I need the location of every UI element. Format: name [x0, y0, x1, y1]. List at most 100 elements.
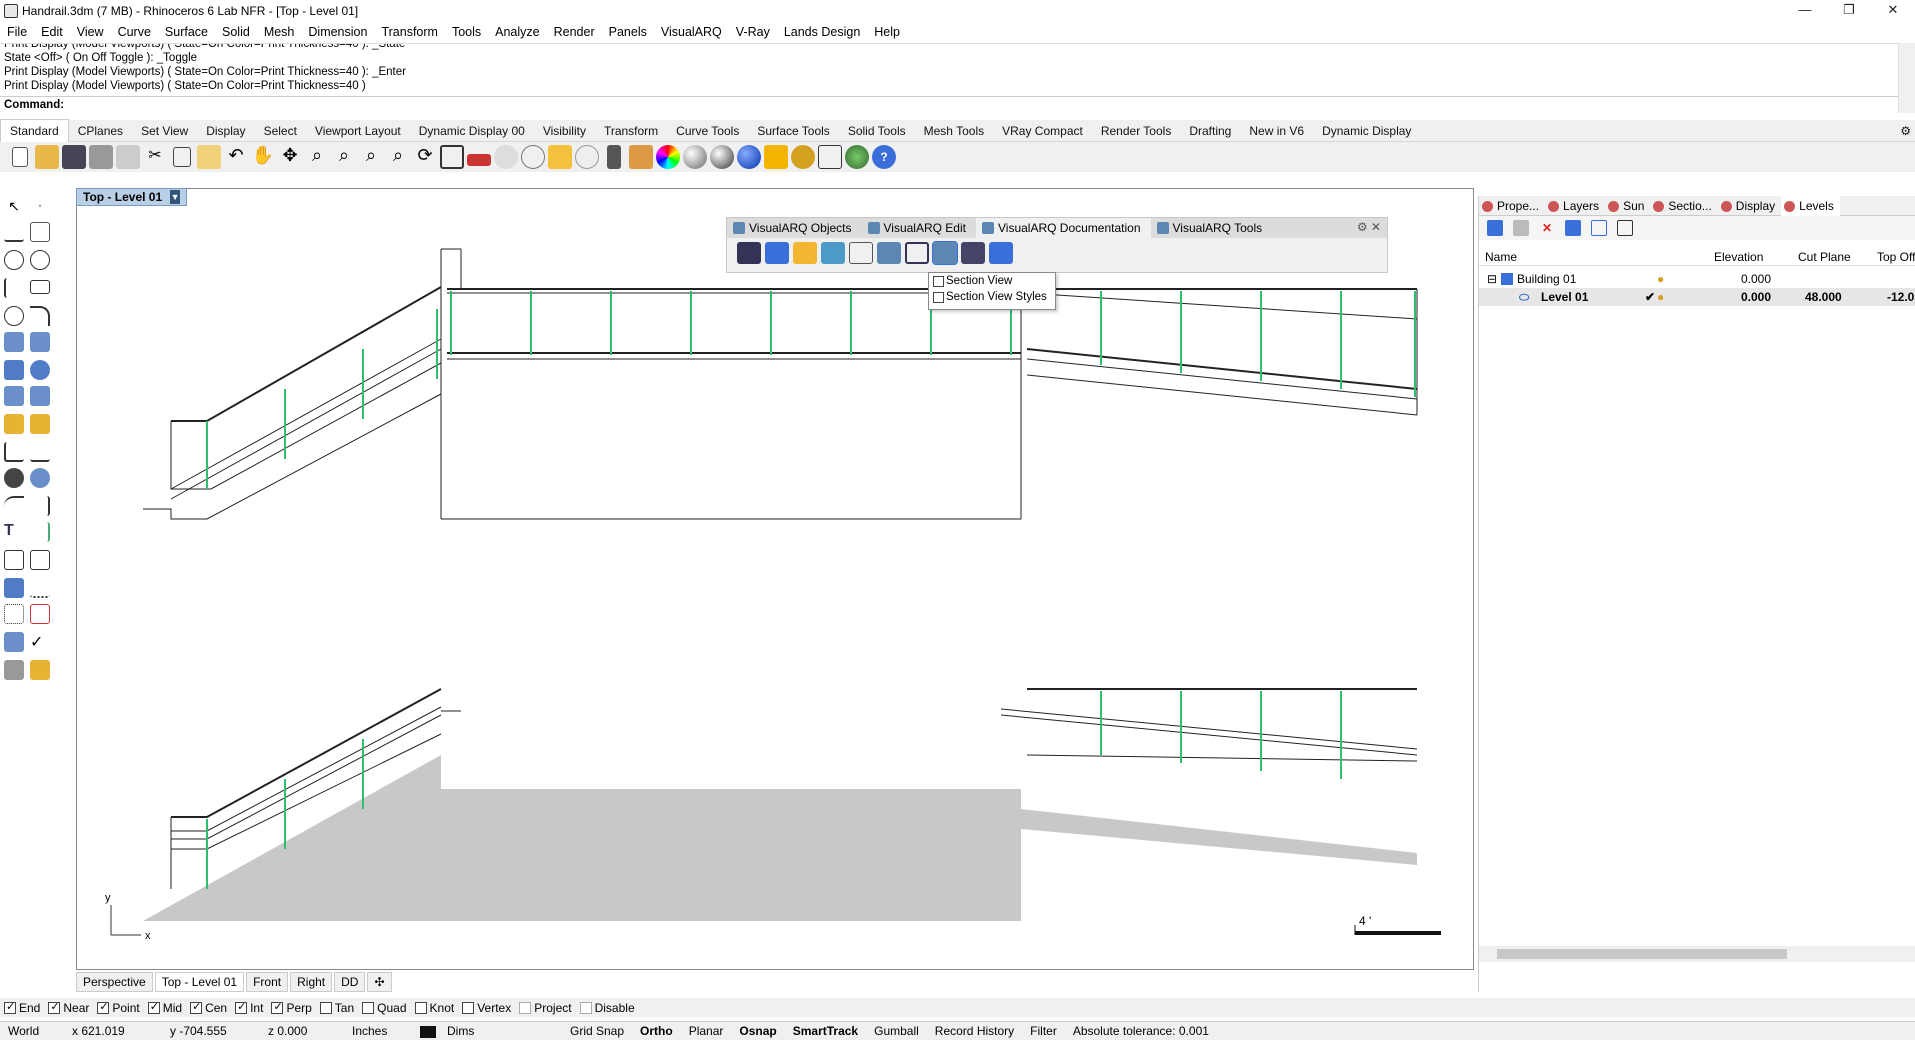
pan-hand-icon[interactable]: ✋	[251, 145, 275, 169]
checkbox-icon[interactable]	[462, 1001, 475, 1014]
menu-analyze[interactable]: Analyze	[488, 22, 546, 42]
redraw-icon[interactable]: ⟳	[413, 145, 437, 169]
tab-visibility[interactable]: Visibility	[534, 120, 595, 142]
circle-icon[interactable]	[4, 250, 24, 270]
checkbox-icon[interactable]	[147, 1000, 160, 1014]
add-viewport-tab-icon[interactable]: ✣	[367, 972, 392, 992]
osnap-knot[interactable]: Knot	[414, 1001, 454, 1015]
label-icon[interactable]	[849, 242, 873, 264]
analyze-icon[interactable]	[4, 632, 24, 652]
osnap-int[interactable]: Int	[235, 1000, 263, 1015]
level-row-level-01[interactable]: ⬭ Level 01 ✔ ● 0.000 48.000 -12.0	[1479, 288, 1915, 306]
cut-icon[interactable]: ✂	[143, 145, 167, 169]
menu-item-section-view-styles[interactable]: Section View Styles	[929, 289, 1055, 305]
select-arrow-icon[interactable]: ↖	[4, 198, 24, 218]
tab-sun[interactable]: Sun	[1605, 196, 1650, 216]
minimize-button[interactable]: —	[1783, 0, 1827, 22]
material-sphere-icon[interactable]	[683, 145, 707, 169]
menu-view[interactable]: View	[70, 22, 111, 42]
select-icon[interactable]	[548, 145, 572, 169]
level-row-building[interactable]: ⊟ Building 01 ● 0.000	[1479, 270, 1915, 288]
current-check-icon[interactable]: ✔	[1645, 290, 1655, 304]
tab-properties[interactable]: Prope...	[1479, 196, 1545, 216]
viewport-title[interactable]: Top - Level 01 ▼	[76, 188, 188, 206]
block-icon[interactable]	[4, 550, 24, 570]
grid-dots-icon[interactable]	[30, 578, 50, 598]
section-view-icon[interactable]	[932, 241, 958, 265]
osnap-cen[interactable]: Cen	[190, 1000, 227, 1015]
close-button[interactable]: ✕	[1871, 0, 1915, 22]
scroll-thumb[interactable]	[1497, 949, 1787, 959]
new-building-icon[interactable]	[1487, 220, 1503, 236]
tab-visualarq-objects[interactable]: VisualARQ Objects	[727, 218, 862, 238]
viewport-menu-arrow-icon[interactable]: ▼	[170, 190, 181, 204]
menu-curve[interactable]: Curve	[111, 22, 158, 42]
checkbox-icon[interactable]	[579, 1001, 592, 1014]
osnap-tan[interactable]: Tan	[319, 1001, 354, 1015]
tab-visualarq-documentation[interactable]: VisualARQ Documentation	[975, 218, 1151, 238]
osnap-quad[interactable]: Quad	[362, 1001, 407, 1015]
zoom-extents-icon[interactable]: ⌕	[359, 145, 383, 169]
checkbox-icon[interactable]	[319, 1001, 332, 1014]
grid-array-icon[interactable]	[4, 604, 24, 624]
roof-icon[interactable]	[989, 242, 1013, 264]
tab-transform[interactable]: Transform	[595, 120, 667, 142]
tab-right[interactable]: Right	[290, 972, 333, 992]
new-file-icon[interactable]	[12, 147, 28, 167]
elevation-icon[interactable]	[821, 242, 845, 264]
curve-icon[interactable]	[30, 222, 50, 242]
rotate-view-icon[interactable]: ✥	[278, 145, 302, 169]
checkbox-icon[interactable]	[4, 1000, 16, 1014]
tab-dd[interactable]: DD	[334, 972, 366, 992]
tab-new-in-v6[interactable]: New in V6	[1240, 120, 1313, 142]
col-top-offset[interactable]: Top Off	[1877, 250, 1915, 264]
menu-help[interactable]: Help	[867, 22, 907, 42]
surface-icon[interactable]	[4, 332, 24, 352]
tab-perspective[interactable]: Perspective	[76, 972, 153, 992]
solid-sphere-icon[interactable]	[30, 360, 50, 380]
gumball-icon[interactable]	[30, 604, 50, 624]
current-layer[interactable]: Dims	[412, 1024, 562, 1038]
filter-toggle[interactable]: Filter	[1022, 1024, 1065, 1038]
menu-transform[interactable]: Transform	[374, 22, 445, 42]
tab-cplanes[interactable]: CPlanes	[69, 120, 132, 142]
tab-display[interactable]: Display	[197, 120, 254, 142]
tab-standard[interactable]: Standard	[0, 119, 69, 142]
layer-icon[interactable]	[629, 145, 653, 169]
edit-icon[interactable]	[30, 550, 50, 570]
menu-tools[interactable]: Tools	[445, 22, 488, 42]
render-tool-icon[interactable]	[4, 660, 24, 680]
section-icon[interactable]	[737, 242, 761, 264]
menu-edit[interactable]: Edit	[34, 22, 70, 42]
osnap-toggle[interactable]: Osnap	[731, 1024, 784, 1038]
tab-drafting[interactable]: Drafting	[1180, 120, 1240, 142]
delete-icon[interactable]: ✕	[1539, 220, 1555, 236]
transform-icon[interactable]	[30, 414, 50, 434]
text-icon[interactable]: T	[4, 522, 24, 542]
tab-solid-tools[interactable]: Solid Tools	[839, 120, 915, 142]
osnap-project[interactable]: Project	[519, 1001, 572, 1015]
car-icon[interactable]	[467, 154, 491, 166]
restore-button[interactable]: ❐	[1827, 0, 1871, 22]
menu-vray[interactable]: V-Ray	[729, 22, 777, 42]
menu-surface[interactable]: Surface	[158, 22, 215, 42]
point-tool-icon[interactable]: ·	[30, 198, 50, 218]
horizontal-scrollbar[interactable]	[1479, 946, 1915, 962]
checkbox-icon[interactable]	[519, 1001, 532, 1014]
fillet-icon[interactable]	[4, 496, 24, 516]
table-icon[interactable]	[793, 242, 817, 264]
rendered-sphere-icon[interactable]	[710, 145, 734, 169]
zoom-level-icon[interactable]	[1617, 220, 1633, 236]
grid-snap-toggle[interactable]: Grid Snap	[562, 1024, 632, 1038]
levels-icon[interactable]	[961, 242, 985, 264]
command-scrollbar[interactable]	[1898, 43, 1915, 113]
render-icon[interactable]	[737, 145, 761, 169]
tab-dynamic-display-00[interactable]: Dynamic Display 00	[410, 120, 534, 142]
help-icon[interactable]: ?	[872, 145, 896, 169]
level-settings-icon[interactable]	[1591, 220, 1607, 236]
osnap-vertex[interactable]: Vertex	[462, 1001, 511, 1015]
tab-render-tools[interactable]: Render Tools	[1092, 120, 1181, 142]
print-icon[interactable]	[89, 145, 113, 169]
trim-icon[interactable]	[30, 496, 50, 516]
ellipse-icon[interactable]	[30, 250, 50, 270]
